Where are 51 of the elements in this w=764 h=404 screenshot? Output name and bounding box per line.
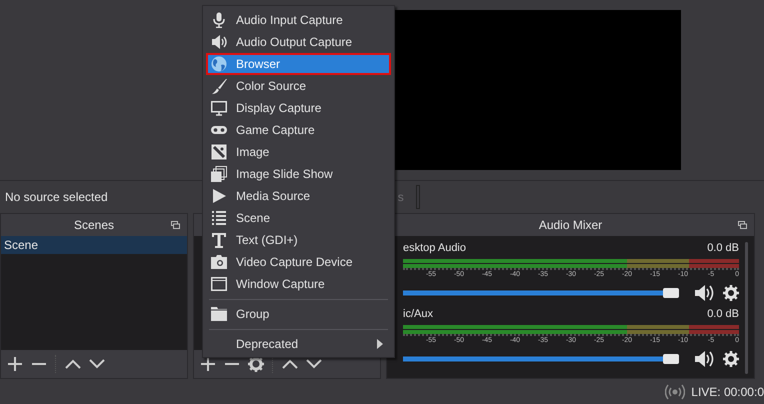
channel-name: ic/Aux bbox=[403, 308, 433, 322]
slideshow-icon bbox=[211, 166, 227, 182]
menu-item[interactable]: Media Source bbox=[206, 185, 391, 207]
volume-reading: 0.0 dB bbox=[707, 242, 739, 256]
folder-icon bbox=[211, 306, 227, 322]
menu-item[interactable]: Browser bbox=[206, 53, 391, 75]
window-icon bbox=[211, 276, 227, 292]
menu-item[interactable]: Video Capture Device bbox=[206, 251, 391, 273]
microphone-icon bbox=[211, 12, 227, 28]
speaker-icon[interactable] bbox=[693, 284, 715, 302]
menu-item[interactable]: Display Capture bbox=[206, 97, 391, 119]
status-text: No source selected bbox=[5, 190, 108, 204]
add-icon[interactable] bbox=[7, 356, 23, 372]
menu-item[interactable]: Game Capture bbox=[206, 119, 391, 141]
settings-icon[interactable] bbox=[723, 351, 739, 367]
menu-item[interactable]: Image Slide Show bbox=[206, 163, 391, 185]
undock-icon[interactable] bbox=[171, 221, 180, 229]
submenu-arrow-icon bbox=[377, 339, 383, 349]
brush-icon bbox=[211, 78, 227, 94]
broadcast-icon bbox=[665, 384, 686, 400]
scene-item[interactable]: Scene bbox=[1, 236, 187, 254]
panel-title: Scenes bbox=[74, 218, 114, 232]
add-icon[interactable] bbox=[200, 356, 216, 372]
menu-item[interactable]: Audio Output Capture bbox=[206, 31, 391, 53]
live-timer: LIVE: 00:00:0 bbox=[691, 384, 764, 398]
speaker-icon[interactable] bbox=[693, 350, 715, 368]
menu-item[interactable]: Audio Input Capture bbox=[206, 9, 391, 31]
text-icon bbox=[211, 232, 227, 248]
menu-item[interactable]: Group bbox=[206, 303, 391, 325]
speaker-icon bbox=[211, 34, 227, 50]
scrollbar[interactable] bbox=[745, 242, 748, 374]
play-icon bbox=[211, 188, 227, 204]
monitor-icon bbox=[211, 100, 227, 116]
menu-item[interactable]: Image bbox=[206, 141, 391, 163]
image-icon bbox=[211, 144, 227, 160]
settings-icon[interactable] bbox=[723, 285, 739, 301]
menu-item[interactable]: Color Source bbox=[206, 75, 391, 97]
camera-icon bbox=[211, 254, 227, 270]
channel-name: esktop Audio bbox=[403, 242, 466, 256]
menu-item[interactable]: Scene bbox=[206, 207, 391, 229]
settings-icon[interactable] bbox=[248, 356, 264, 372]
volume-slider[interactable] bbox=[403, 288, 679, 298]
volume-reading: 0.0 dB bbox=[707, 308, 739, 322]
undock-icon[interactable] bbox=[738, 221, 747, 229]
menu-item[interactable]: Deprecated bbox=[206, 333, 391, 355]
volume-slider[interactable] bbox=[403, 354, 679, 364]
menu-item[interactable]: Window Capture bbox=[206, 273, 391, 295]
menu-item[interactable]: Text (GDI+) bbox=[206, 229, 391, 251]
globe-icon bbox=[211, 56, 227, 72]
list-icon bbox=[211, 210, 227, 226]
panel-title: Audio Mixer bbox=[538, 218, 602, 232]
